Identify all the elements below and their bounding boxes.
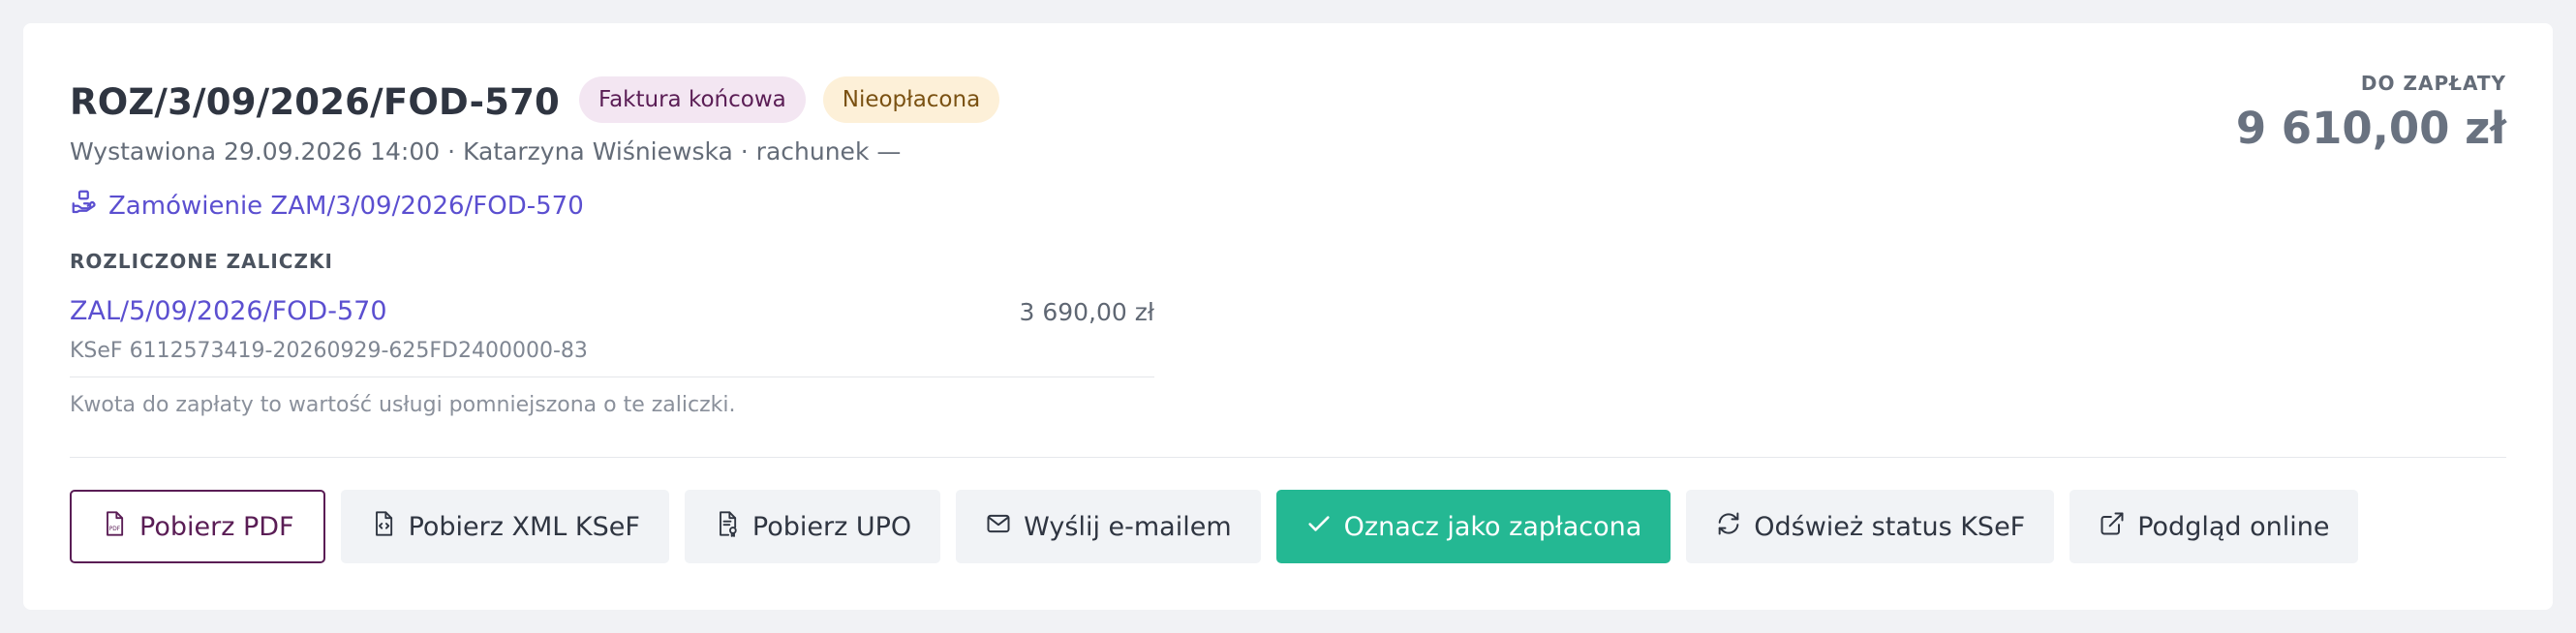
- invoice-title-row: ROZ/3/09/2026/FOD-570 Faktura końcowa Ni…: [70, 75, 1000, 123]
- order-link-label: Zamówienie ZAM/3/09/2026/FOD-570: [108, 191, 584, 221]
- advance-ksef-number: KSeF 6112573419-20260929-625FD2400000-83: [70, 339, 588, 363]
- mark-paid-label: Oznacz jako zapłacona: [1343, 511, 1642, 542]
- invoice-number: ROZ/3/09/2026/FOD-570: [70, 81, 560, 123]
- refresh-ksef-label: Odśwież status KSeF: [1754, 511, 2026, 542]
- preview-online-label: Podgląd online: [2137, 511, 2330, 542]
- advances-note: Kwota do zapłaty to wartość usługi pomni…: [70, 393, 736, 417]
- check-icon: [1305, 510, 1344, 544]
- amount-due-label: DO ZAPŁATY: [2360, 72, 2506, 95]
- download-upo-label: Pobierz UPO: [751, 511, 912, 542]
- advances-section-label: ROZLICZONE ZALICZKI: [70, 250, 333, 273]
- advance-item: ZAL/5/09/2026/FOD-570 KSeF 6112573419-20…: [70, 296, 1154, 376]
- invoice-card: ROZ/3/09/2026/FOD-570 Faktura końcowa Ni…: [23, 23, 2553, 610]
- envelope-icon: [985, 510, 1024, 544]
- hand-box-icon: [70, 188, 108, 224]
- invoice-meta: Wystawiona 29.09.2026 14:00 · Katarzyna …: [70, 137, 902, 166]
- send-email-button[interactable]: Wyślij e-mailem: [956, 490, 1261, 563]
- refresh-icon: [1715, 510, 1754, 544]
- section-divider: [70, 457, 2506, 458]
- download-xml-button[interactable]: Pobierz XML KSeF: [340, 490, 669, 563]
- action-bar: PDF Pobierz PDF Pobierz XML KSeF Pobierz…: [70, 490, 2374, 563]
- external-link-icon: [2099, 510, 2137, 544]
- advance-invoice-link[interactable]: ZAL/5/09/2026/FOD-570: [70, 296, 387, 326]
- refresh-ksef-button[interactable]: Odśwież status KSeF: [1686, 490, 2055, 563]
- order-link[interactable]: Zamówienie ZAM/3/09/2026/FOD-570: [70, 188, 584, 224]
- advance-amount: 3 690,00 zł: [1019, 298, 1154, 326]
- amount-due-value: 9 610,00 zł: [2235, 103, 2506, 154]
- payment-status-badge: Nieopłacona: [822, 75, 1000, 123]
- download-xml-label: Pobierz XML KSeF: [408, 511, 640, 542]
- download-pdf-label: Pobierz PDF: [139, 511, 294, 542]
- code-file-icon: [370, 510, 409, 544]
- send-email-label: Wyślij e-mailem: [1024, 511, 1232, 542]
- download-pdf-button[interactable]: PDF Pobierz PDF: [70, 490, 325, 563]
- download-upo-button[interactable]: Pobierz UPO: [684, 490, 941, 563]
- receipt-file-icon: [714, 510, 752, 544]
- pdf-file-icon: PDF: [101, 510, 139, 544]
- invoice-type-badge: Faktura końcowa: [578, 75, 806, 123]
- mark-paid-button[interactable]: Oznacz jako zapłacona: [1275, 490, 1671, 563]
- preview-online-button[interactable]: Podgląd online: [2070, 490, 2359, 563]
- svg-text:PDF: PDF: [109, 527, 121, 532]
